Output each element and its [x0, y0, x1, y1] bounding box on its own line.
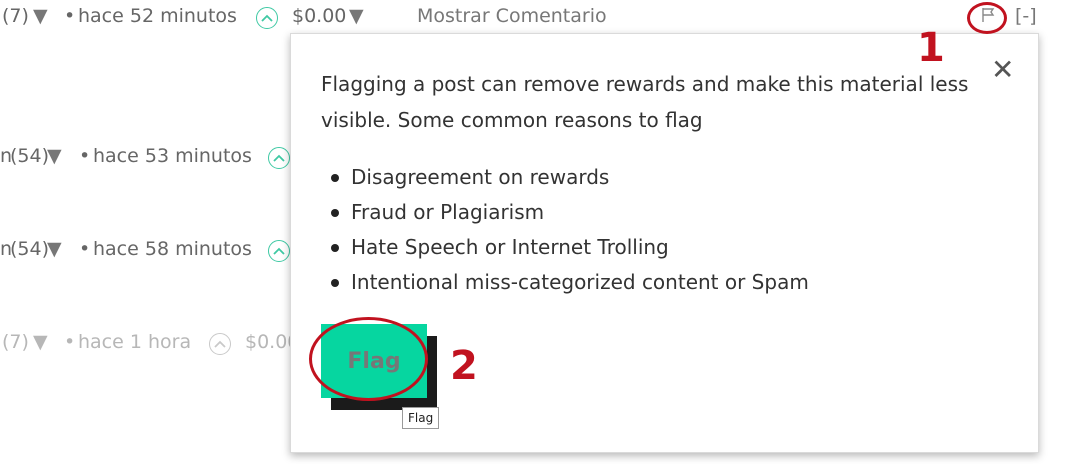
annotation-ring-flag-icon [967, 2, 1007, 34]
separator-dot: • [64, 5, 76, 27]
annotation-ring-flag-button [309, 317, 428, 401]
upvote-icon [268, 147, 290, 169]
chevron-down-icon[interactable]: ▼ [33, 1, 48, 31]
author-reputation: (7) [2, 331, 29, 353]
upvote-icon [268, 240, 290, 262]
author-reputation: (54) [10, 238, 50, 260]
comment-time[interactable]: hace 53 minutos [93, 141, 252, 171]
flag-reasons-list: Disagreement on rewards Fraud or Plagiar… [321, 160, 981, 300]
upvote-button[interactable] [256, 1, 278, 31]
chevron-down-icon[interactable]: ▼ [47, 141, 62, 171]
chevron-down-icon[interactable]: ▼ [47, 234, 62, 264]
author-reputation: (54) [10, 145, 50, 167]
upvote-button[interactable] [209, 327, 231, 357]
collapse-toggle[interactable]: [-] [1015, 1, 1037, 31]
flag-description: Flagging a post can remove rewards and m… [321, 72, 969, 132]
comment-time[interactable]: hace 52 minutos [78, 1, 237, 31]
separator-dot: • [79, 145, 91, 167]
list-item: Intentional miss-categorized content or … [321, 265, 981, 300]
comment-row: (7) ▼ • hace 52 minutos $0.00 ▼ Mostrar … [0, 1, 1070, 31]
payout-chevron-down-icon[interactable]: ▼ [349, 1, 364, 31]
list-item: Hate Speech or Internet Trolling [321, 230, 981, 265]
annotation-number-1: 1 [917, 25, 945, 71]
upvote-icon [256, 7, 278, 29]
annotation-number-2: 2 [450, 343, 478, 389]
list-item: Fraud or Plagiarism [321, 195, 981, 230]
upvote-icon [209, 333, 231, 355]
author-reputation: (7) [2, 5, 29, 27]
separator-dot: • [79, 238, 91, 260]
separator-dot: • [64, 331, 76, 353]
show-comment-link[interactable]: Mostrar Comentario [417, 1, 607, 31]
chevron-down-icon[interactable]: ▼ [33, 327, 48, 357]
upvote-button[interactable] [268, 234, 290, 264]
upvote-button[interactable] [268, 141, 290, 171]
payout-value[interactable]: $0.00 [292, 1, 346, 31]
flag-tooltip: Flag [402, 407, 440, 429]
comment-time[interactable]: hace 58 minutos [93, 234, 252, 264]
close-icon[interactable]: ✕ [991, 56, 1014, 84]
list-item: Disagreement on rewards [321, 160, 981, 195]
comment-time[interactable]: hace 1 hora [78, 327, 191, 357]
